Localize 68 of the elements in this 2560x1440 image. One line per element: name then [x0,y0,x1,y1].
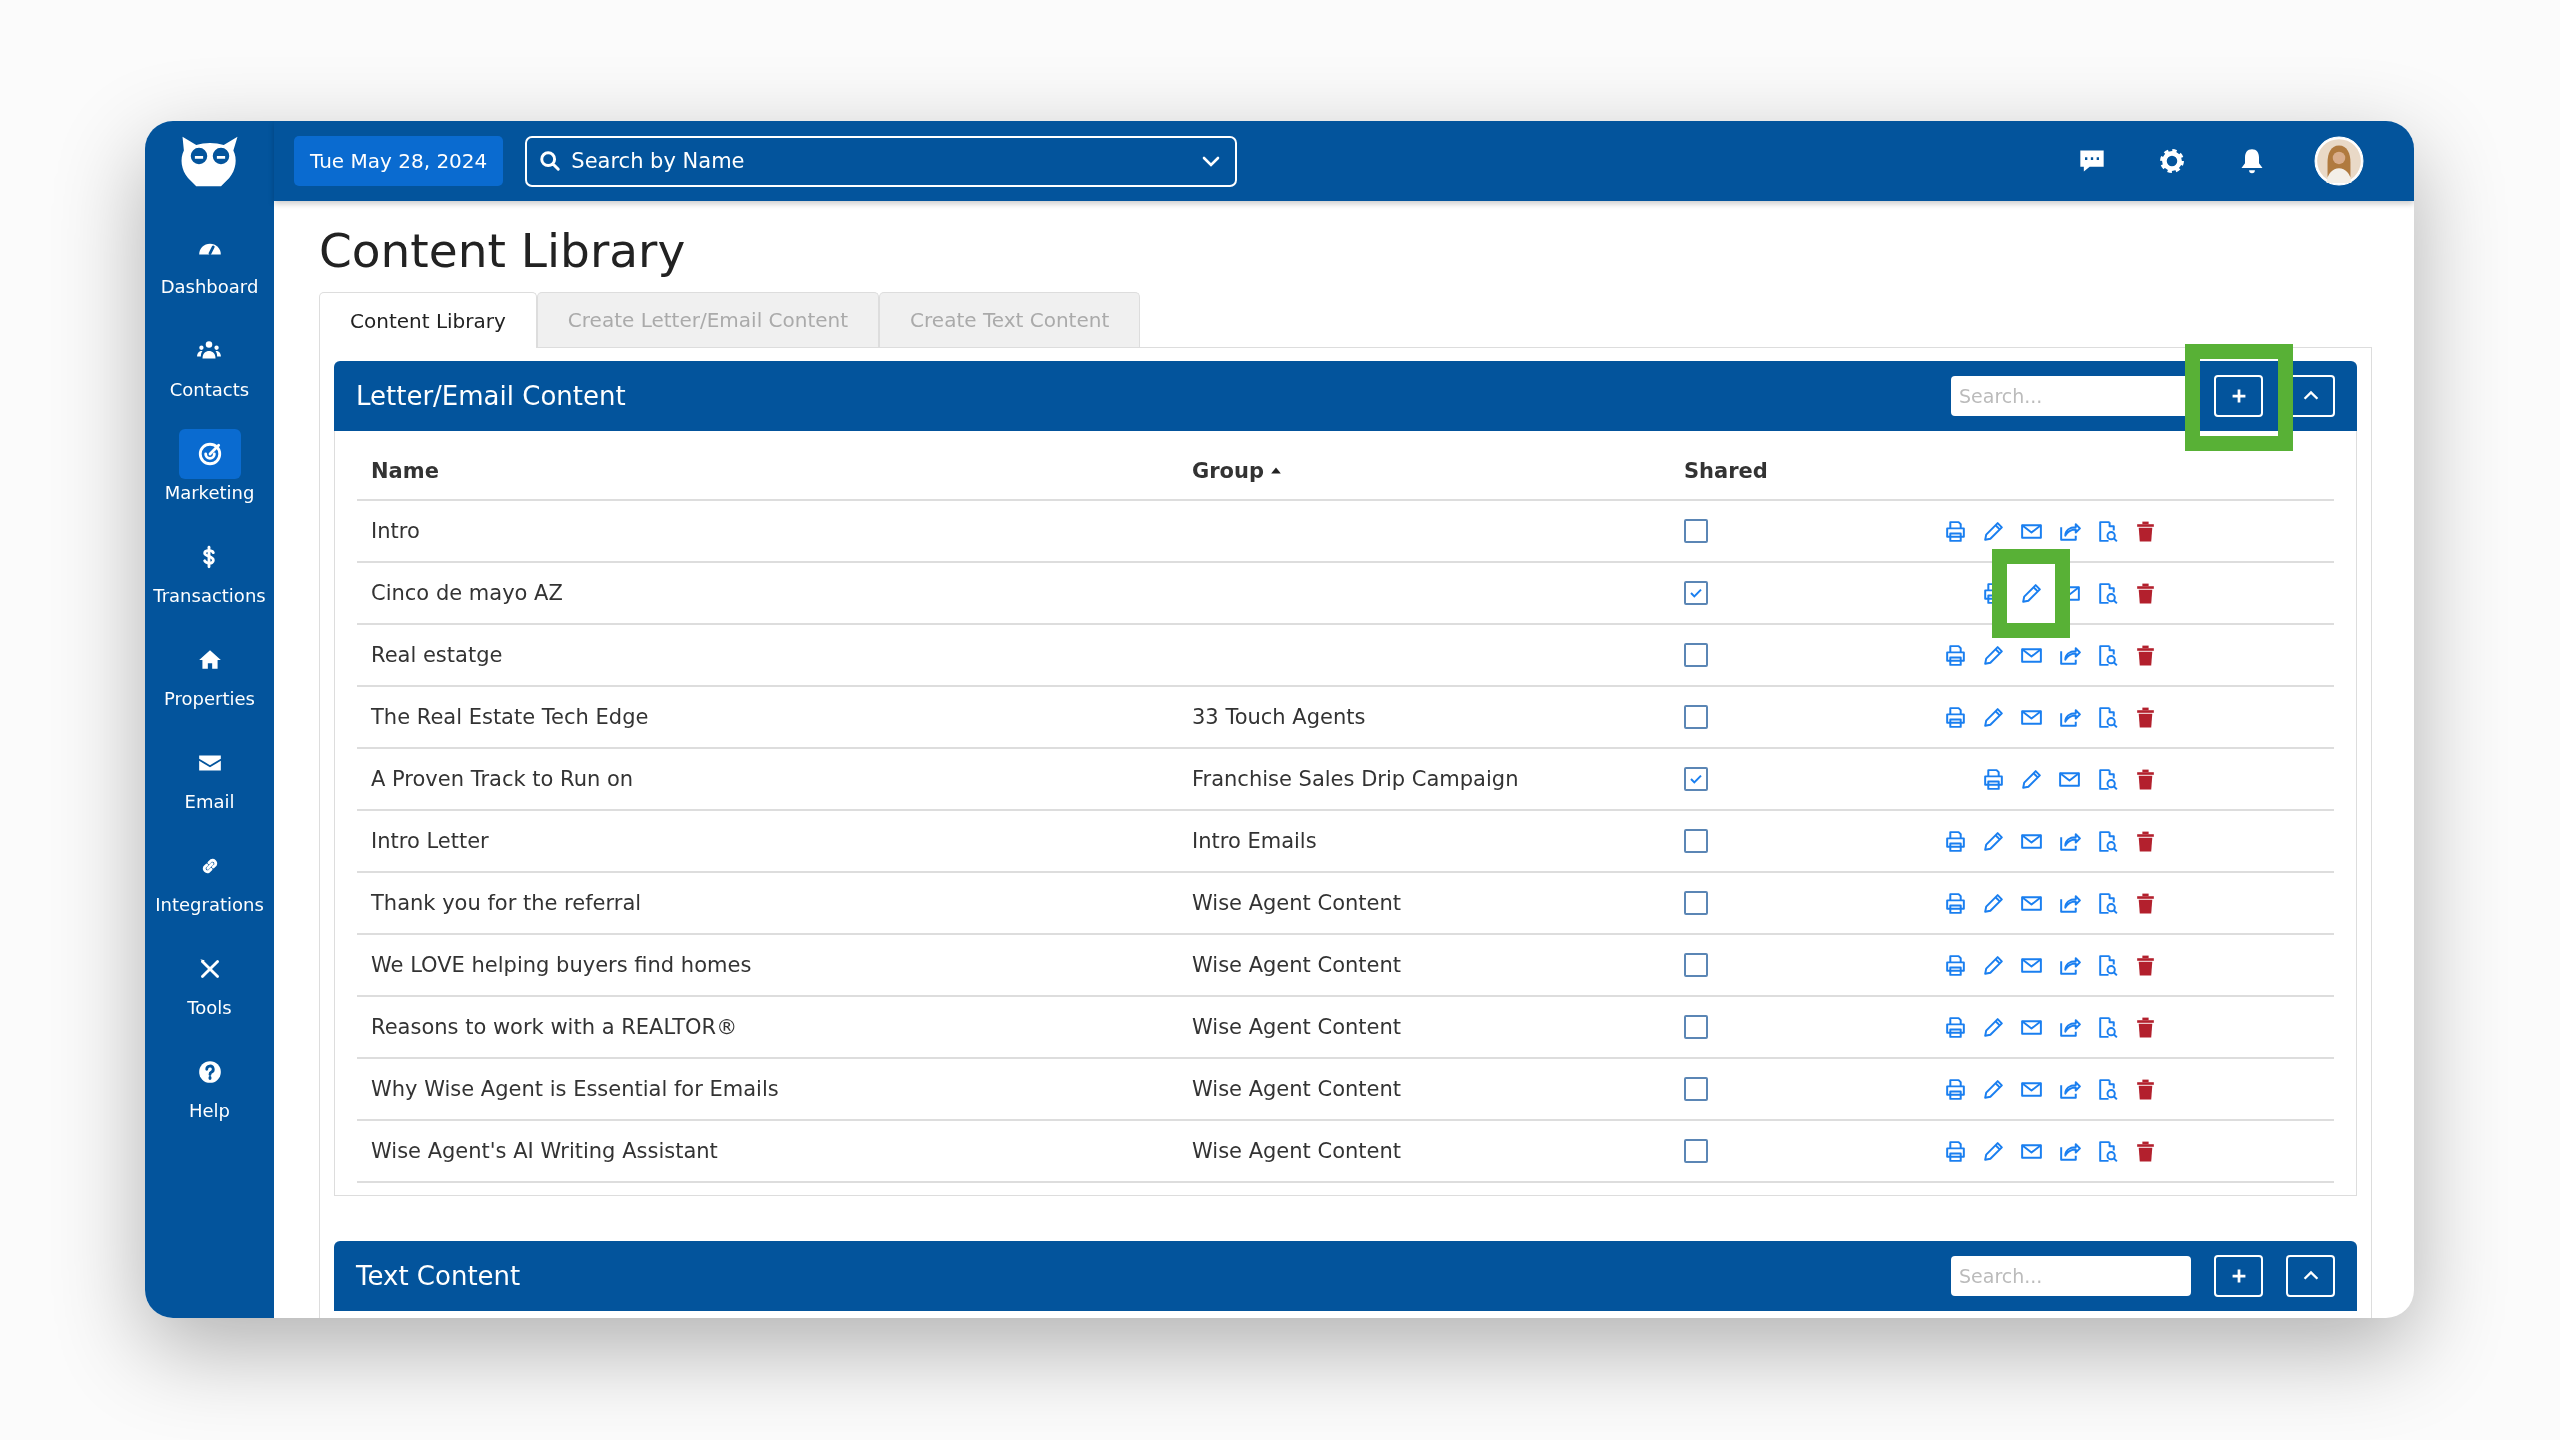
table-cell: Wise Agent Content [1192,1015,1402,1039]
table-cell: Reasons to work with a REALTOR® [371,1015,738,1039]
checkbox[interactable] [1684,891,1708,915]
sidebar-item[interactable]: Tools [178,944,241,1018]
sidebar-item[interactable]: Email [178,738,241,812]
checkbox[interactable] [1684,1139,1708,1163]
sidebar-item[interactable]: Properties [164,635,255,709]
printer-icon[interactable] [1943,704,1968,730]
printer-icon[interactable] [1943,1138,1968,1164]
sidebar-item[interactable]: Transactions [153,532,266,606]
printer-icon[interactable] [1943,518,1968,544]
table-cell: Intro Letter [371,829,489,853]
table-cell: Why Wise Agent is Essential for Emails [371,1077,779,1101]
column-header[interactable]: Name [371,459,439,483]
table-cell: Cinco de mayo AZ [371,581,563,605]
table-cell: Franchise Sales Drip Campaign [1192,767,1519,791]
collapse-button[interactable] [2286,1255,2335,1297]
search-icon [539,149,562,172]
printer-icon[interactable] [1981,766,2006,792]
sidebar-item[interactable]: Contacts [169,326,250,400]
panel-title: Letter/Email Content [356,381,626,411]
printer-icon[interactable] [1981,580,1992,606]
checkbox[interactable] [1684,581,1708,605]
checkbox[interactable] [1684,767,1708,791]
table-cell: A Proven Track to Run on [371,767,634,791]
add-button[interactable] [2214,1255,2263,1297]
printer-icon[interactable] [1943,828,1968,854]
add-button[interactable] [2214,375,2263,417]
search-field[interactable]: Search... [1951,1256,2191,1296]
checkbox[interactable] [1684,1077,1708,1101]
table-cell: Intro [371,519,420,543]
avatar[interactable] [2314,136,2364,186]
table-cell: The Real Estate Tech Edge [371,705,649,729]
printer-icon[interactable] [1943,890,1968,916]
column-header[interactable]: Group [1192,459,1264,483]
page-title: Content Library [319,223,687,278]
table-cell: We LOVE helping buyers find homes [371,953,752,977]
table-cell: Wise Agent Content [1192,1139,1402,1163]
table-cell: Thank you for the referral [371,891,642,915]
checkbox[interactable] [1684,829,1708,853]
printer-icon[interactable] [1943,952,1968,978]
date-chip[interactable]: Tue May 28, 2024 [294,136,504,186]
column-header[interactable]: Shared [1684,459,1768,483]
sidebar-item[interactable]: Integrations [155,841,264,915]
target-icon [196,441,223,467]
search-field[interactable]: Search by Name [525,135,1238,187]
table-cell: 33 Touch Agents [1192,705,1366,729]
settings-icon[interactable] [2158,147,2186,175]
table-cell: Wise Agent Content [1192,953,1402,977]
table-cell: Wise Agent Content [1192,891,1402,915]
table-cell: Intro Emails [1192,829,1317,853]
table-cell: Wise Agent's AI Writing Assistant [371,1139,718,1163]
panel-title: Text Content [356,1261,521,1291]
sidebar-item[interactable]: Marketing [164,429,255,503]
checkbox[interactable] [1684,953,1708,977]
checkbox[interactable] [1684,643,1708,667]
tab[interactable]: Content Library [319,292,537,348]
printer-icon[interactable] [1943,642,1968,668]
printer-icon[interactable] [1943,1076,1968,1102]
sidebar-item[interactable]: Dashboard [160,223,259,297]
sidebar-item[interactable]: Help [178,1047,241,1121]
printer-icon[interactable] [1943,1014,1968,1040]
table-cell: Wise Agent Content [1192,1077,1402,1101]
help-icon [196,1059,223,1085]
checkbox[interactable] [1684,1015,1708,1039]
table-cell: Real estatge [371,643,503,667]
checkbox[interactable] [1684,705,1708,729]
checkbox[interactable] [1684,519,1708,543]
